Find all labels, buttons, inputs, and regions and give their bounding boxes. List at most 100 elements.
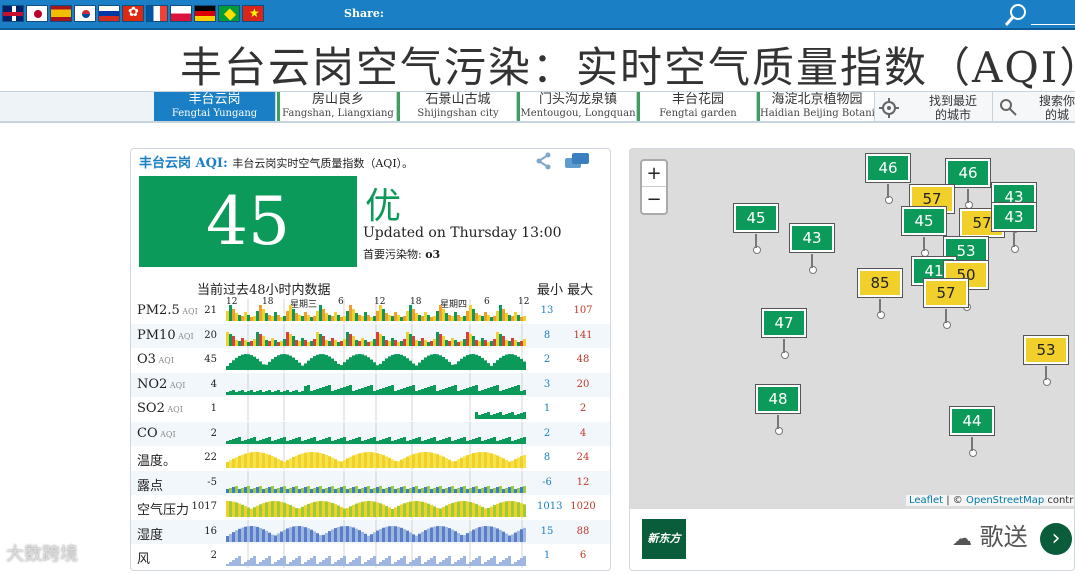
- next-arrow-button[interactable]: ›: [1040, 523, 1072, 555]
- sparkline-bar: [403, 338, 406, 346]
- sparkline-bar: [415, 437, 418, 444]
- flag-spain-icon[interactable]: [50, 5, 72, 22]
- sparkline-bar: [463, 316, 466, 321]
- aqi-map-marker[interactable]: 45: [734, 204, 778, 254]
- pollutant-max: 2: [579, 403, 587, 414]
- sparkline-bar: [490, 365, 493, 370]
- sparkline-bar: [334, 504, 337, 517]
- zoom-in-button[interactable]: +: [642, 161, 666, 187]
- sparkline-bar: [298, 315, 301, 321]
- flag-russia-icon[interactable]: [98, 5, 120, 22]
- tab-fengtai-garden[interactable]: 丰台花园 Fengtai garden: [637, 92, 757, 121]
- sparkline-bar: [478, 436, 481, 444]
- sparkline-bar: [460, 534, 463, 542]
- sparkline-bar: [418, 315, 421, 321]
- sparkline-bar: [271, 440, 274, 444]
- sparkline: [226, 421, 526, 446]
- pollutant-row[interactable]: 露点 -5 -6 12: [131, 470, 610, 495]
- pollutant-row[interactable]: 空气压力 1017 1013 1020: [131, 495, 610, 520]
- primary-pollutant: 首要污染物: o3: [363, 246, 440, 262]
- share-icon[interactable]: [535, 152, 553, 170]
- sparkline-bar: [295, 485, 298, 493]
- aqi-map-marker[interactable]: 47: [762, 309, 806, 359]
- flag-korea-icon[interactable]: [74, 5, 96, 22]
- sparkline-bar: [436, 454, 439, 468]
- sparkline-bar: [427, 355, 430, 370]
- tab-mentougou[interactable]: 门头沟龙泉镇 Mentougou, Longquan: [517, 92, 637, 121]
- aqi-map-marker[interactable]: 46: [866, 154, 910, 204]
- sparkline-bar: [307, 560, 310, 566]
- sparkline-bar: [238, 556, 241, 566]
- flag-vietnam-icon[interactable]: [242, 5, 264, 22]
- tab-haidian-botanical[interactable]: 海淀北京植物园 Haidian Beijing Botanical: [757, 92, 875, 121]
- leaflet-link[interactable]: Leaflet: [909, 495, 943, 506]
- sparkline-bar: [256, 452, 259, 468]
- sparkline-bar: [364, 452, 367, 468]
- aqi-map-marker[interactable]: 48: [756, 385, 800, 435]
- tab-shijingshan[interactable]: 石景山古城 Shijingshan city: [397, 92, 517, 121]
- ad-logo[interactable]: 新东方: [642, 519, 686, 559]
- find-nearest-city-button[interactable]: 找到最近的城市: [875, 92, 993, 121]
- sparkline-bar: [457, 438, 460, 444]
- osm-link[interactable]: OpenStreetMap: [966, 495, 1044, 506]
- pollutant-row[interactable]: 湿度 16 15 88: [131, 519, 610, 544]
- sparkline-bar: [229, 562, 232, 566]
- pollutant-row[interactable]: PM10 AQI 20 8 141: [131, 323, 610, 348]
- sparkline-bar: [235, 357, 238, 370]
- flag-hongkong-icon[interactable]: [122, 5, 144, 22]
- pollutant-row[interactable]: O3 AQI 45 2 48: [131, 348, 610, 373]
- pollutant-row[interactable]: 风 2 1 6: [131, 544, 610, 569]
- sparkline-bar: [478, 315, 481, 321]
- pollutant-row[interactable]: 温度。 22 8 24: [131, 446, 610, 471]
- sparkline-bar: [397, 560, 400, 566]
- sparkline-bar: [352, 438, 355, 444]
- sparkline-bar: [451, 364, 454, 370]
- search-icon: [1000, 99, 1017, 116]
- pollutant-row[interactable]: CO AQI 2 2 4: [131, 421, 610, 446]
- sparkline-bar: [415, 558, 418, 566]
- sparkline-bar: [493, 487, 496, 493]
- zoom-out-button[interactable]: −: [642, 187, 666, 213]
- aqi-map-marker[interactable]: 85: [858, 269, 902, 319]
- aqi-map-marker[interactable]: 45: [902, 207, 946, 257]
- sparkline-bar: [415, 453, 418, 468]
- sparkline-bar: [373, 452, 376, 468]
- aqi-map-marker[interactable]: 43: [992, 203, 1036, 253]
- aqi-map-marker[interactable]: 44: [950, 407, 994, 457]
- sparkline-bar: [475, 527, 478, 542]
- pollutant-row[interactable]: SO2 AQI 1 1 2: [131, 397, 610, 422]
- flag-germany-icon[interactable]: [194, 5, 216, 22]
- sparkline-bar: [337, 505, 340, 517]
- aqi-map-marker[interactable]: 53: [1024, 336, 1068, 386]
- windows-icon[interactable]: [564, 152, 590, 170]
- aqi-map-marker[interactable]: 46: [946, 159, 990, 209]
- search-city-button[interactable]: 搜索你的城: [993, 92, 1075, 121]
- ad-banner[interactable]: 新东方 ☁ 歌送 ›: [630, 509, 1074, 570]
- search-icon[interactable]: [1003, 2, 1029, 28]
- sparkline-bar: [484, 339, 487, 346]
- pollutant-row[interactable]: NO2 AQI 4 3 20: [131, 372, 610, 397]
- sparkline-bar: [277, 315, 280, 321]
- flag-japan-icon[interactable]: [26, 5, 48, 22]
- sparkline-bar: [349, 456, 352, 468]
- aqi-map-marker[interactable]: 57: [924, 279, 968, 329]
- tab-fangshan-liangxiang[interactable]: 房山良乡 Fangshan, Liangxiang: [277, 92, 397, 121]
- tab-fengtai-yungang[interactable]: 丰台云岗 Fengtai Yungang: [154, 92, 276, 121]
- station-name[interactable]: 丰台云岗 AQI: [139, 156, 223, 171]
- sparkline-bar: [241, 337, 244, 346]
- sparkline-bar: [475, 485, 478, 493]
- sparkline-bar: [409, 360, 412, 370]
- aqi-map-marker[interactable]: 43: [790, 224, 834, 274]
- flag-poland-icon[interactable]: [170, 5, 192, 22]
- flag-uk-icon[interactable]: [2, 5, 24, 22]
- sparkline-bar: [433, 453, 436, 468]
- sparkline-bar: [310, 502, 313, 517]
- top-search[interactable]: [1003, 2, 1075, 28]
- sparkline-bar: [439, 562, 442, 566]
- flag-brazil-icon[interactable]: [218, 5, 240, 22]
- sparkline-bar: [439, 355, 442, 370]
- flag-france-icon[interactable]: [146, 5, 168, 22]
- sparkline-bar: [364, 562, 367, 566]
- station-map[interactable]: + − 46 46 57 45 43 45 57 43 43 53 41 50 85 57 47 53 48 44…: [629, 148, 1075, 571]
- pollutant-row[interactable]: PM2.5 AQI 21 13 107: [131, 299, 610, 324]
